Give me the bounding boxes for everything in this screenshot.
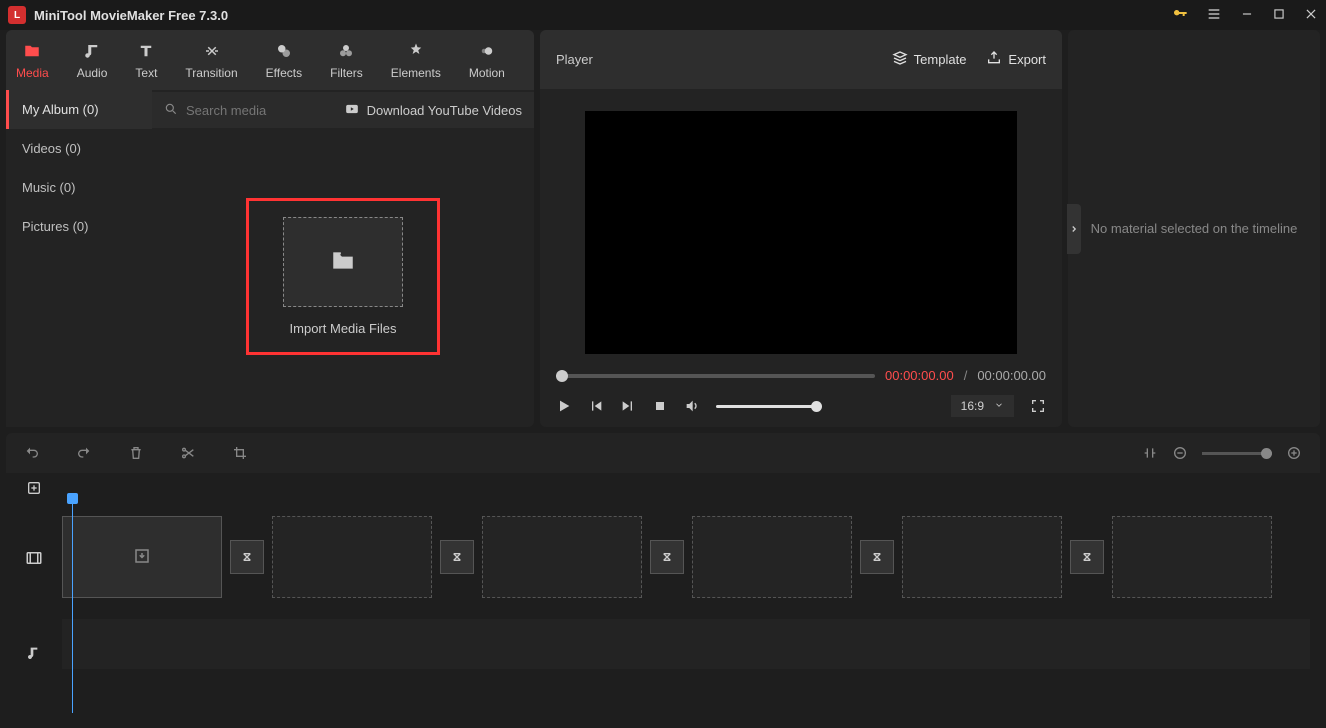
left-panel: Media Audio Text Transition Effects Filt… xyxy=(6,30,534,427)
minimize-icon[interactable] xyxy=(1240,7,1254,24)
youtube-icon xyxy=(343,102,361,119)
time-total: 00:00:00.00 xyxy=(977,368,1046,383)
transition-slot[interactable] xyxy=(230,540,264,574)
sidebar-item-music[interactable]: Music (0) xyxy=(6,168,152,207)
clip-slot[interactable] xyxy=(1112,516,1272,598)
transition-slot[interactable] xyxy=(440,540,474,574)
search-input[interactable] xyxy=(186,103,306,118)
timeline-toolbar xyxy=(6,433,1320,473)
zoom-in-button[interactable] xyxy=(1286,445,1302,461)
titlebar: L MiniTool MovieMaker Free 7.3.0 xyxy=(0,0,1326,30)
crop-button[interactable] xyxy=(232,445,248,461)
play-button[interactable] xyxy=(556,398,572,414)
video-preview xyxy=(585,111,1017,354)
export-icon xyxy=(986,50,1002,69)
transition-slot[interactable] xyxy=(650,540,684,574)
import-highlight: Import Media Files xyxy=(246,198,440,355)
export-button[interactable]: Export xyxy=(986,50,1046,69)
properties-empty-message: No material selected on the timeline xyxy=(1091,221,1298,236)
import-arrow-icon xyxy=(133,547,151,568)
import-label: Import Media Files xyxy=(290,321,397,336)
properties-panel: No material selected on the timeline xyxy=(1068,30,1320,427)
transition-slot[interactable] xyxy=(1070,540,1104,574)
redo-button[interactable] xyxy=(76,445,92,461)
tool-tabs: Media Audio Text Transition Effects Filt… xyxy=(6,30,534,90)
delete-button[interactable] xyxy=(128,445,144,461)
add-track-button[interactable] xyxy=(6,473,62,503)
music-icon xyxy=(82,41,102,61)
player-panel: Player Template Export 00:00:00.00 / 00:… xyxy=(540,30,1062,427)
prev-frame-button[interactable] xyxy=(588,398,604,414)
time-current: 00:00:00.00 xyxy=(885,368,954,383)
video-track[interactable] xyxy=(62,503,1310,599)
folder-icon xyxy=(22,41,42,61)
volume-slider[interactable] xyxy=(716,405,816,408)
aspect-select[interactable]: 16:9 xyxy=(951,395,1014,417)
clip-slot[interactable] xyxy=(62,516,222,598)
clip-slot[interactable] xyxy=(482,516,642,598)
tab-motion[interactable]: Motion xyxy=(469,41,505,80)
fit-timeline-button[interactable] xyxy=(1142,445,1158,461)
app-logo: L xyxy=(8,6,26,24)
folder-open-icon xyxy=(328,248,358,277)
clip-slot[interactable] xyxy=(272,516,432,598)
tab-transition[interactable]: Transition xyxy=(185,41,237,80)
undo-button[interactable] xyxy=(24,445,40,461)
fullscreen-button[interactable] xyxy=(1030,398,1046,414)
menu-icon[interactable] xyxy=(1206,6,1222,25)
split-button[interactable] xyxy=(180,445,196,461)
effects-icon xyxy=(274,41,294,61)
clip-slot[interactable] xyxy=(692,516,852,598)
filters-icon xyxy=(336,41,356,61)
video-track-icon xyxy=(6,503,62,613)
sidebar-item-pictures[interactable]: Pictures (0) xyxy=(6,207,152,246)
sidebar-item-videos[interactable]: Videos (0) xyxy=(6,129,152,168)
tab-filters[interactable]: Filters xyxy=(330,41,363,80)
timeline xyxy=(6,473,1320,722)
audio-track-icon xyxy=(6,613,62,693)
motion-icon xyxy=(477,41,497,61)
close-icon[interactable] xyxy=(1304,7,1318,24)
stop-button[interactable] xyxy=(652,398,668,414)
tab-effects[interactable]: Effects xyxy=(266,41,302,80)
seek-bar[interactable] xyxy=(556,374,875,378)
maximize-icon[interactable] xyxy=(1272,7,1286,24)
tab-elements[interactable]: Elements xyxy=(391,41,441,80)
template-icon xyxy=(892,50,908,69)
text-icon xyxy=(136,41,156,61)
elements-icon xyxy=(406,41,426,61)
timeline-ruler[interactable] xyxy=(62,473,1310,503)
template-button[interactable]: Template xyxy=(892,50,967,69)
search-box[interactable] xyxy=(164,102,343,119)
next-frame-button[interactable] xyxy=(620,398,636,414)
zoom-slider[interactable] xyxy=(1202,452,1272,455)
zoom-out-button[interactable] xyxy=(1172,445,1188,461)
tab-text[interactable]: Text xyxy=(135,41,157,80)
transition-slot[interactable] xyxy=(860,540,894,574)
clip-slot[interactable] xyxy=(902,516,1062,598)
volume-button[interactable] xyxy=(684,398,700,414)
media-sidebar: My Album (0) Videos (0) Music (0) Pictur… xyxy=(6,90,152,427)
playhead[interactable] xyxy=(72,493,73,713)
download-youtube-link[interactable]: Download YouTube Videos xyxy=(343,102,522,119)
player-title: Player xyxy=(556,52,892,67)
tab-media[interactable]: Media xyxy=(16,41,49,80)
key-icon[interactable] xyxy=(1172,6,1188,25)
audio-track[interactable] xyxy=(62,619,1310,669)
tab-audio[interactable]: Audio xyxy=(77,41,108,80)
sidebar-item-album[interactable]: My Album (0) xyxy=(6,90,152,129)
search-icon xyxy=(164,102,178,119)
transition-icon xyxy=(202,41,222,61)
panel-collapse-handle[interactable] xyxy=(1067,204,1081,254)
chevron-down-icon xyxy=(994,399,1004,413)
import-media-button[interactable] xyxy=(283,217,403,307)
app-title: MiniTool MovieMaker Free 7.3.0 xyxy=(34,8,1172,23)
